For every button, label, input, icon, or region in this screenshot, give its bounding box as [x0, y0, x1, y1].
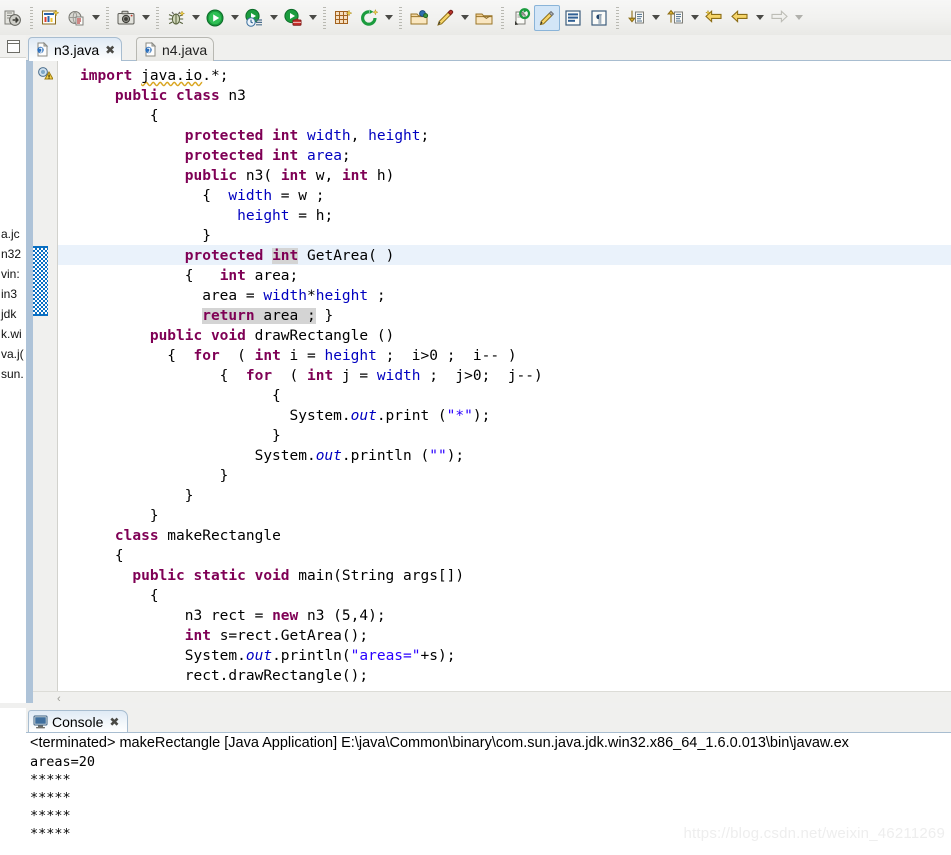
- next-annotation-dropdown-arrow[interactable]: [649, 5, 662, 31]
- open-type-icon[interactable]: [0, 5, 26, 31]
- code-text-area[interactable]: import java.io.*; public class n3 { prot…: [58, 61, 951, 691]
- editor-tab-n3-java[interactable]: n3.java ✖: [28, 37, 123, 61]
- forward-dropdown-arrow[interactable]: [792, 5, 805, 31]
- restore-panel-button[interactable]: [0, 35, 26, 58]
- debug-icon[interactable]: [163, 5, 189, 31]
- back-icon[interactable]: [727, 5, 753, 31]
- screenshot-dropdown-arrow[interactable]: [139, 5, 152, 31]
- coverage-dropdown-arrow[interactable]: [382, 5, 395, 31]
- next-annotation-icon[interactable]: [623, 5, 649, 31]
- open-folder-icon[interactable]: [471, 5, 497, 31]
- toolbar-separator: [399, 6, 402, 29]
- console-view: Console ✖ <terminated> makeRectangle [Ja…: [26, 708, 951, 855]
- package-explorer-item[interactable]: va.j(: [0, 344, 26, 364]
- java-file-icon: [35, 41, 50, 57]
- toolbar-group: [163, 3, 319, 33]
- toggle-block-selection-icon[interactable]: [560, 5, 586, 31]
- new-java-project-icon[interactable]: [37, 5, 63, 31]
- editor-area: n3.java ✖ n4.java import java.io.*; publ…: [26, 35, 951, 705]
- source-code[interactable]: import java.io.*; public class n3 { prot…: [58, 61, 951, 686]
- package-explorer-collapsed-panel[interactable]: a.jc n32 vin: in3 jdk k.wi va.j(sun.: [0, 35, 27, 703]
- run-history-dropdown-arrow[interactable]: [267, 5, 280, 31]
- external-tools-dropdown-arrow[interactable]: [306, 5, 319, 31]
- toolbar-separator: [30, 6, 33, 29]
- close-icon[interactable]: ✖: [109, 715, 119, 729]
- toolbar-separator: [156, 6, 159, 29]
- toolbar-separator: [106, 6, 109, 29]
- toolbar-group: [0, 3, 26, 33]
- main-toolbar: ¶: [0, 0, 951, 36]
- selection-range-marker: [33, 246, 48, 316]
- eclipse-window: ¶ a.jc n32 vin: in3 jdk k.wi va.j(sun. n3.java: [0, 0, 951, 855]
- run-dropdown-arrow[interactable]: [228, 5, 241, 31]
- toolbar-group: [623, 3, 805, 33]
- toolbar-group: [406, 3, 497, 33]
- toolbar-separator: [323, 6, 326, 29]
- toggle-mark-occurrences-icon[interactable]: [534, 4, 560, 31]
- external-tools-icon[interactable]: [280, 5, 306, 31]
- toolbar-group: [330, 3, 395, 33]
- toolbar-group: ¶: [508, 3, 612, 33]
- screenshot-icon[interactable]: [113, 5, 139, 31]
- console-tab[interactable]: Console ✖: [28, 710, 129, 732]
- console-left-strip: [0, 708, 27, 855]
- forward-icon[interactable]: [766, 5, 792, 31]
- package-explorer-item[interactable]: k.wi: [0, 324, 26, 344]
- coverage-icon[interactable]: [356, 5, 382, 31]
- java-file-icon: [143, 41, 158, 57]
- package-explorer-item[interactable]: jdk: [0, 304, 26, 324]
- console-process-title: <terminated> makeRectangle [Java Applica…: [30, 735, 849, 751]
- console-tab-label: Console: [52, 713, 104, 730]
- toolbar-group: [113, 3, 152, 33]
- restore-icon: [6, 39, 20, 53]
- previous-annotation-icon[interactable]: [662, 5, 688, 31]
- console-body[interactable]: <terminated> makeRectangle [Java Applica…: [26, 732, 951, 855]
- editor-tab-bar: n3.java ✖ n4.java: [26, 35, 951, 61]
- previous-annotation-dropdown-arrow[interactable]: [688, 5, 701, 31]
- last-edit-location-icon[interactable]: [701, 5, 727, 31]
- package-explorer-item[interactable]: a.jc: [0, 224, 26, 244]
- open-resource-icon[interactable]: [406, 5, 432, 31]
- svg-text:¶: ¶: [596, 12, 603, 25]
- editor-tab-label: n4.java: [162, 41, 208, 58]
- package-explorer-item[interactable]: sun.: [0, 364, 26, 384]
- new-dropdown-arrow[interactable]: [89, 5, 102, 31]
- debug-dropdown-arrow[interactable]: [189, 5, 202, 31]
- toolbar-group: [37, 3, 102, 33]
- console-tab-bar: Console ✖: [26, 708, 951, 732]
- warning-marker-icon[interactable]: [37, 66, 54, 82]
- marker-ruler[interactable]: [33, 61, 58, 691]
- editor-tab-label: n3.java: [54, 41, 100, 58]
- search-refresh-icon[interactable]: [508, 5, 534, 31]
- show-whitespace-icon[interactable]: ¶: [586, 5, 612, 31]
- package-explorer-item[interactable]: n32: [0, 244, 26, 264]
- run-icon[interactable]: [202, 5, 228, 31]
- run-history-icon[interactable]: [241, 5, 267, 31]
- code-editor-pane[interactable]: import java.io.*; public class n3 { prot…: [26, 60, 951, 705]
- pencil-dropdown-arrow[interactable]: [458, 5, 471, 31]
- new-java-class-icon[interactable]: [330, 5, 356, 31]
- editor-tab-n4-java[interactable]: n4.java: [136, 37, 215, 61]
- package-explorer-item[interactable]: vin:: [0, 264, 26, 284]
- console-icon: [33, 715, 48, 729]
- package-explorer-truncated-items[interactable]: a.jc n32 vin: in3 jdk k.wi va.j(sun.: [0, 58, 26, 384]
- toolbar-separator: [501, 6, 504, 29]
- editor-sash-divider[interactable]: [26, 61, 33, 704]
- watermark-text: https://blog.csdn.net/weixin_46211269: [683, 825, 945, 842]
- back-dropdown-arrow[interactable]: [753, 5, 766, 31]
- pencil-icon[interactable]: [432, 5, 458, 31]
- package-explorer-item[interactable]: in3: [0, 284, 26, 304]
- toolbar-separator: [616, 6, 619, 29]
- new-package-icon[interactable]: [63, 5, 89, 31]
- close-icon[interactable]: ✖: [105, 43, 115, 57]
